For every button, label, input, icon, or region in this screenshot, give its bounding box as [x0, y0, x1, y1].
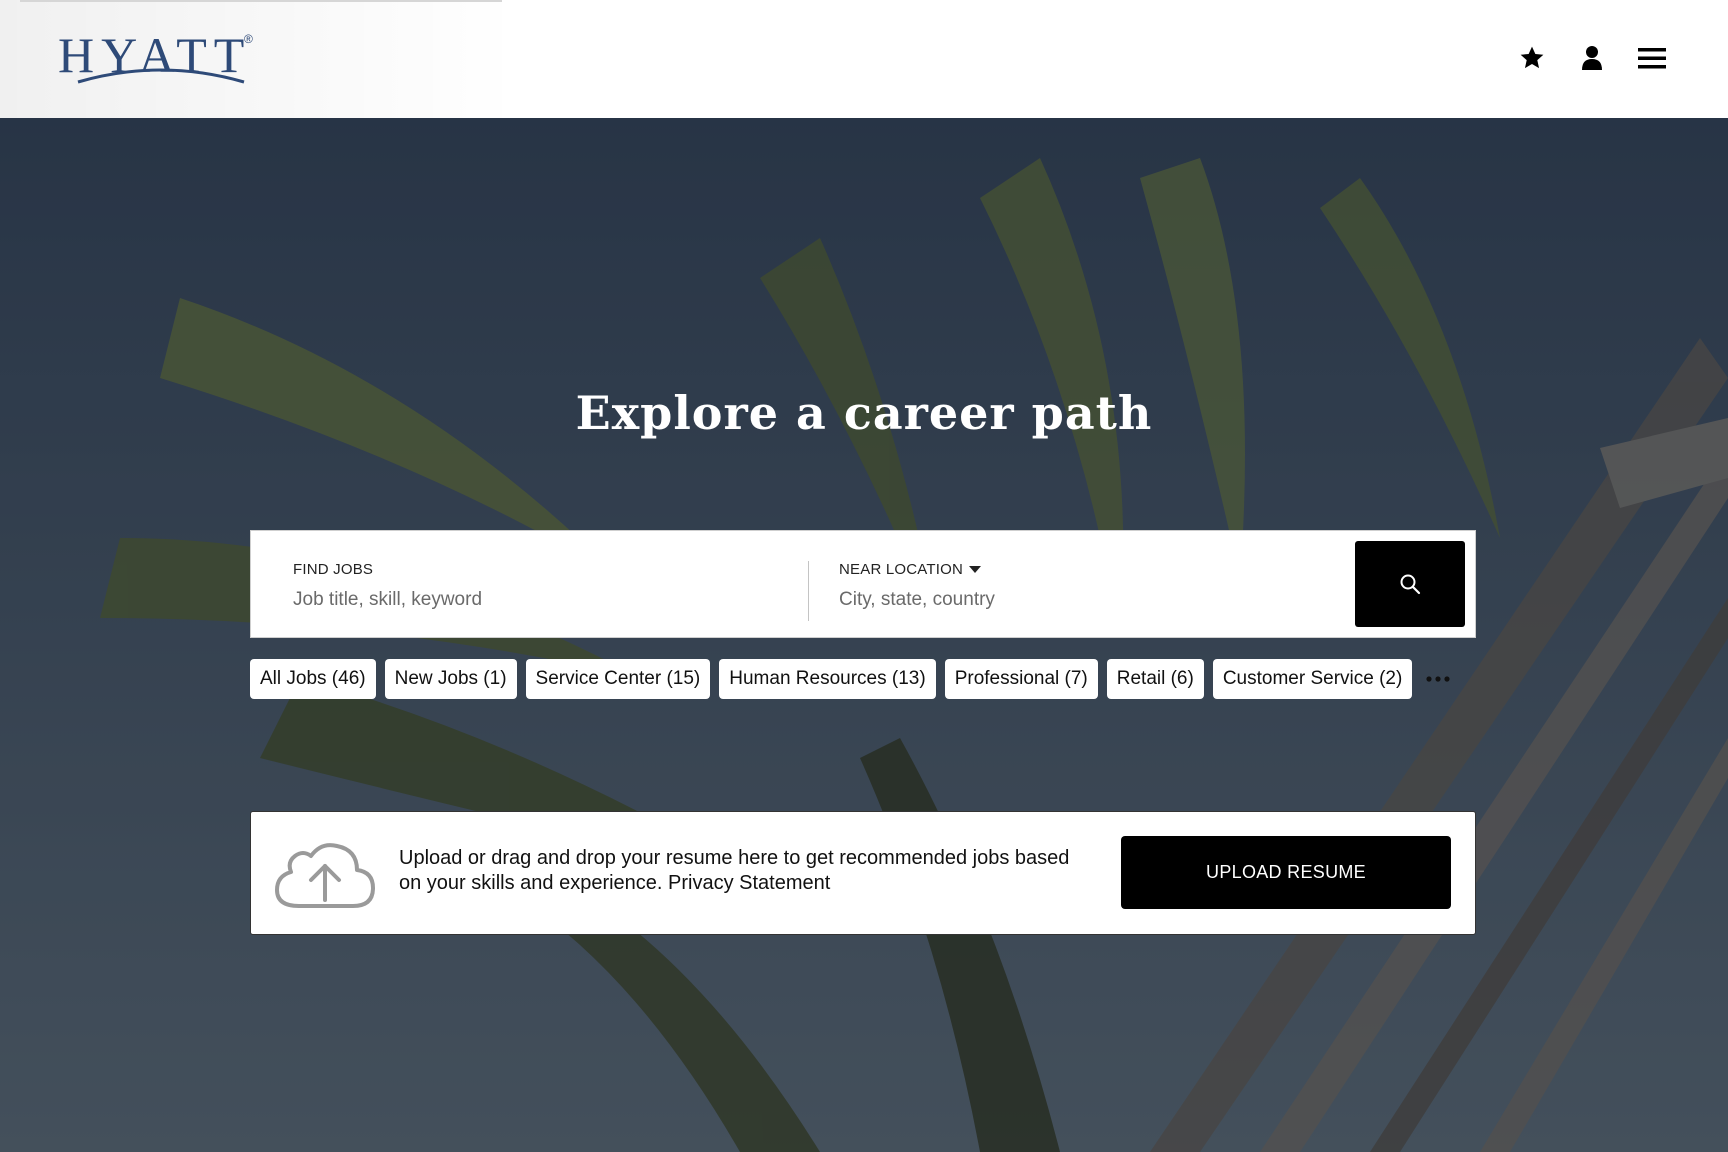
search-button[interactable] [1355, 541, 1465, 627]
upload-instructions-line1: Upload or drag and drop your resume here… [399, 847, 1070, 869]
upload-instructions: Upload or drag and drop your resume here… [399, 846, 1099, 896]
hero-section: Explore a career path FIND JOBS NEAR LOC… [0, 118, 1728, 1152]
chip-human-resources[interactable]: Human Resources (13) [719, 659, 936, 699]
search-icon [1400, 574, 1421, 595]
careers-page: HYATT ® Explore a career path FIND JOBS … [0, 0, 1728, 1152]
chip-professional[interactable]: Professional (7) [944, 659, 1098, 699]
find-jobs-field: FIND JOBS [293, 531, 793, 639]
star-icon[interactable] [1516, 42, 1548, 74]
chip-customer-service[interactable]: Customer Service (2) [1212, 659, 1413, 699]
field-divider [808, 561, 809, 621]
chip-retail[interactable]: Retail (6) [1106, 659, 1204, 699]
logo-registered-mark: ® [244, 32, 253, 46]
header-actions [1516, 42, 1668, 74]
menu-icon[interactable] [1636, 42, 1668, 74]
header-top-line [20, 0, 502, 2]
chip-new-jobs[interactable]: New Jobs (1) [384, 659, 517, 699]
job-search-bar: FIND JOBS NEAR LOCATION [250, 530, 1476, 638]
logo-swoosh-icon [77, 68, 245, 84]
location-input[interactable] [839, 589, 1299, 611]
job-category-chips: All Jobs (46) New Jobs (1) Service Cente… [250, 659, 1455, 699]
site-header: HYATT ® [0, 0, 1728, 118]
upload-instructions-line2: on your skills and experience. Privacy S… [399, 872, 831, 894]
find-jobs-input[interactable] [293, 589, 753, 611]
find-jobs-label: FIND JOBS [293, 561, 374, 578]
more-dots-icon [1426, 676, 1450, 682]
cloud-upload-icon [275, 843, 375, 908]
caret-down-icon [969, 565, 982, 573]
near-location-field: NEAR LOCATION [839, 531, 1319, 639]
page-title: Explore a career path [575, 386, 1153, 440]
near-location-label[interactable]: NEAR LOCATION [839, 561, 982, 578]
near-location-label-text: NEAR LOCATION [839, 561, 964, 578]
resume-upload-dropzone[interactable]: Upload or drag and drop your resume here… [250, 811, 1476, 935]
chip-service-center[interactable]: Service Center (15) [525, 659, 711, 699]
hyatt-logo[interactable]: HYATT ® [58, 26, 258, 88]
user-icon[interactable] [1576, 42, 1608, 74]
upload-resume-button[interactable]: UPLOAD RESUME [1121, 836, 1451, 909]
more-chips-button[interactable] [1421, 659, 1455, 699]
chip-all-jobs[interactable]: All Jobs (46) [250, 659, 376, 699]
